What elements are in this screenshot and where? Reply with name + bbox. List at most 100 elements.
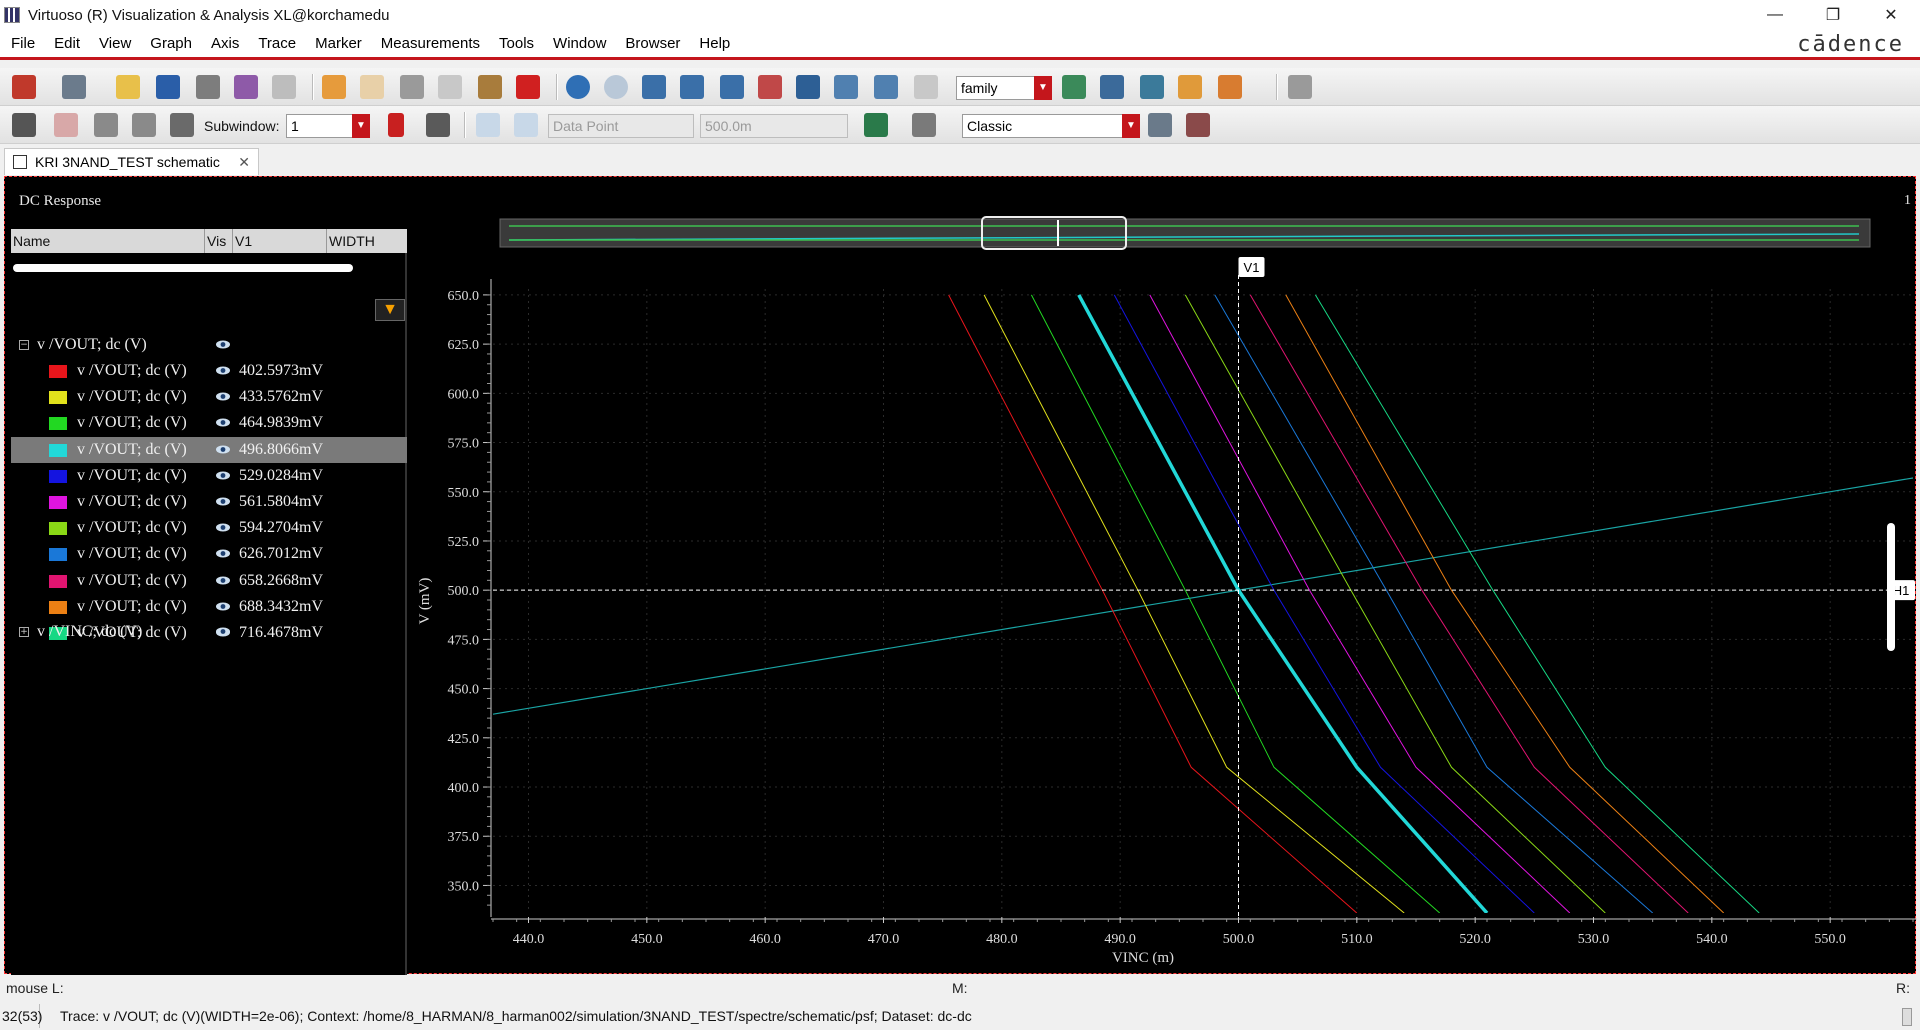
- new-window-icon[interactable]: [12, 75, 36, 99]
- previous-point-icon[interactable]: [476, 113, 500, 137]
- eye-icon[interactable]: [215, 601, 231, 612]
- close-icon[interactable]: ✕: [238, 154, 250, 171]
- cut-icon[interactable]: [400, 75, 424, 99]
- eye-icon[interactable]: [215, 444, 231, 455]
- trace-pointer-icon[interactable]: [12, 113, 36, 137]
- eye-icon[interactable]: [215, 548, 231, 559]
- eye-icon[interactable]: [215, 417, 231, 428]
- eye-icon[interactable]: [215, 339, 231, 350]
- legend-trace-row[interactable]: v /VOUT; dc (V) 433.5762mV: [11, 384, 407, 410]
- remove-style-icon[interactable]: [1186, 113, 1210, 137]
- family-plot-icon[interactable]: [1062, 75, 1086, 99]
- paste-icon[interactable]: [478, 75, 502, 99]
- info-icon[interactable]: [426, 113, 450, 137]
- legend-trace-row[interactable]: v /VOUT; dc (V) 594.2704mV: [11, 515, 407, 541]
- undo-icon[interactable]: [322, 75, 346, 99]
- eye-icon[interactable]: [215, 575, 231, 586]
- calculator-icon[interactable]: [54, 113, 78, 137]
- menu-marker[interactable]: Marker: [304, 35, 370, 52]
- eye-icon[interactable]: [215, 365, 231, 376]
- update-plot-icon[interactable]: [1218, 75, 1242, 99]
- tile-windows-icon[interactable]: [170, 113, 194, 137]
- legend-trace-row[interactable]: v /VOUT; dc (V) 529.0284mV: [11, 463, 407, 489]
- legend-trace-row[interactable]: v /VOUT; dc (V) 626.7012mV: [11, 541, 407, 567]
- menu-edit[interactable]: Edit: [43, 35, 88, 52]
- legend-filter-input[interactable]: [13, 264, 353, 272]
- tab-schematic[interactable]: KRI 3NAND_TEST schematic ✕: [4, 148, 259, 175]
- menu-tools[interactable]: Tools: [488, 35, 542, 52]
- filter-icon[interactable]: ▼: [375, 299, 405, 321]
- eye-icon[interactable]: [215, 522, 231, 533]
- grid-icon[interactable]: [1288, 75, 1312, 99]
- legend-trace-row[interactable]: v /VOUT; dc (V) 658.2668mV: [11, 568, 407, 594]
- data-point-select[interactable]: Data Point: [548, 114, 694, 138]
- menu-window[interactable]: Window: [542, 35, 614, 52]
- open-folder-icon[interactable]: [116, 75, 140, 99]
- menu-help[interactable]: Help: [688, 35, 738, 52]
- menu-view[interactable]: View: [88, 35, 139, 52]
- apply-style-icon[interactable]: [1148, 113, 1172, 137]
- menu-measurements[interactable]: Measurements: [370, 35, 488, 52]
- menu-trace[interactable]: Trace: [247, 35, 304, 52]
- add-plot-icon[interactable]: [1178, 75, 1202, 99]
- family-combo[interactable]: family ▼: [956, 76, 1052, 100]
- col-vis[interactable]: Vis: [205, 229, 233, 253]
- legend-trace-row[interactable]: v /VOUT; dc (V) 496.8066mV: [11, 436, 407, 463]
- zoom-out-icon[interactable]: [720, 75, 744, 99]
- chevron-down-icon[interactable]: ▼: [352, 114, 370, 138]
- col-name[interactable]: Name: [11, 229, 205, 253]
- magnify-icon[interactable]: [914, 75, 938, 99]
- pan-y-icon[interactable]: [874, 75, 898, 99]
- col-width[interactable]: WIDTH: [327, 229, 407, 253]
- waveform-icon[interactable]: [234, 75, 258, 99]
- subwindow-combo[interactable]: 1 ▼: [286, 114, 370, 138]
- table-icon[interactable]: [912, 113, 936, 137]
- menu-browser[interactable]: Browser: [614, 35, 688, 52]
- resize-grip[interactable]: [1902, 1008, 1912, 1026]
- legend-group-vout[interactable]: − v /VOUT; dc (V): [11, 332, 407, 358]
- print-icon[interactable]: [196, 75, 220, 99]
- minimize-button[interactable]: —: [1746, 0, 1804, 30]
- eye-icon[interactable]: [215, 496, 231, 507]
- menu-file[interactable]: File: [0, 35, 43, 52]
- fit-all-icon[interactable]: [796, 75, 820, 99]
- chevron-down-icon[interactable]: ▼: [1122, 114, 1140, 138]
- copy-icon[interactable]: [438, 75, 462, 99]
- menu-graph[interactable]: Graph: [139, 35, 200, 52]
- redo-icon[interactable]: [360, 75, 384, 99]
- zoom-region-icon[interactable]: [604, 75, 628, 99]
- next-point-icon[interactable]: [514, 113, 538, 137]
- data-value-field[interactable]: 500.0m: [700, 114, 848, 138]
- eye-icon[interactable]: [215, 626, 231, 637]
- new-subwindow-icon[interactable]: [62, 75, 86, 99]
- histogram-icon[interactable]: [864, 113, 888, 137]
- legend-trace-row[interactable]: v /VOUT; dc (V) 464.9839mV: [11, 410, 407, 436]
- bookmark-icon[interactable]: [388, 113, 404, 137]
- split-vertical-icon[interactable]: [132, 113, 156, 137]
- zoom-fit-icon[interactable]: [566, 75, 590, 99]
- split-horizontal-icon[interactable]: [94, 113, 118, 137]
- zoom-in-icon[interactable]: [642, 75, 666, 99]
- legend-trace-row[interactable]: v /VOUT; dc (V) 402.5973mV: [11, 358, 407, 384]
- style-combo[interactable]: Classic ▼: [962, 114, 1140, 138]
- dc-response-chart[interactable]: 440.0 450.0 460.0 470.0 480.0 490.0 500.0 510.0…: [409, 177, 1917, 975]
- compare-icon[interactable]: [272, 75, 296, 99]
- restore-button[interactable]: ❐: [1804, 0, 1862, 30]
- pan-x-icon[interactable]: [834, 75, 858, 99]
- chevron-down-icon[interactable]: ▼: [1034, 76, 1052, 100]
- col-v1[interactable]: V1: [233, 229, 327, 253]
- legend-trace-row[interactable]: v /VOUT; dc (V) 688.3432mV: [11, 594, 407, 620]
- zoom-x-icon[interactable]: [680, 75, 704, 99]
- save-icon[interactable]: [156, 75, 180, 99]
- close-button[interactable]: ✕: [1862, 0, 1920, 30]
- collapse-icon[interactable]: −: [19, 340, 29, 350]
- eye-icon[interactable]: [215, 470, 231, 481]
- overlay-plot-icon[interactable]: [1140, 75, 1164, 99]
- strip-plot-icon[interactable]: [1100, 75, 1124, 99]
- legend-group-vinc[interactable]: + v /VINC; dc (V): [11, 619, 407, 645]
- expand-icon[interactable]: +: [19, 627, 29, 637]
- legend-trace-row[interactable]: v /VOUT; dc (V) 561.5804mV: [11, 489, 407, 515]
- eye-icon[interactable]: [215, 391, 231, 402]
- delete-icon[interactable]: [516, 75, 540, 99]
- zoom-y-icon[interactable]: [758, 75, 782, 99]
